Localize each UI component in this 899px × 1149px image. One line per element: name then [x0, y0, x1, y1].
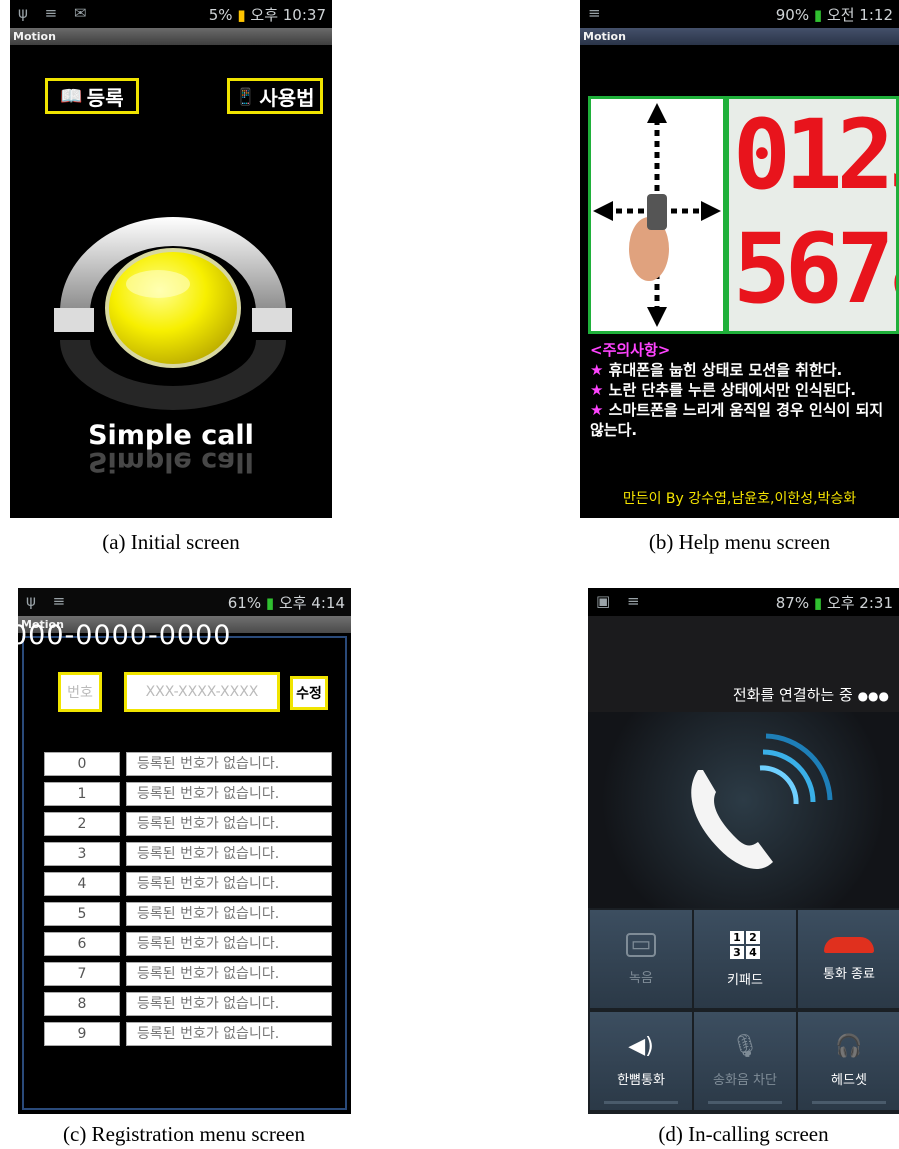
speaker-button[interactable]: ◀) 한뼘통화 — [590, 1012, 692, 1110]
status-time: 오후 2:31 — [826, 594, 893, 612]
register-label: 등록 — [86, 85, 124, 110]
registration-form: 번호 XXX-XXXX-XXXX 수정 0 등록된 번호가 없습니다. 1 등록된 … — [22, 636, 347, 1110]
battery-icon: ▮ — [265, 594, 275, 612]
app-brand-reflection: Simple call — [88, 446, 254, 477]
call-visual-area — [588, 712, 899, 908]
status-right: 87% ▮ 오후 2:31 — [776, 592, 893, 613]
app-title: Motion — [580, 28, 899, 45]
call-button-graphic[interactable] — [48, 212, 298, 422]
toggle-indicator — [604, 1101, 678, 1104]
record-button[interactable]: ▭ 녹음 — [590, 910, 692, 1008]
status-bar: ≡ 90% ▮ 오전 1:12 — [580, 0, 899, 28]
status-right: 90% ▮ 오전 1:12 — [776, 4, 893, 25]
toggle-indicator — [812, 1101, 886, 1104]
arc-left-foot — [54, 308, 94, 332]
battery-icon: ▮ — [813, 594, 823, 612]
progress-dots-icon: ●●● — [857, 689, 889, 703]
keypad-button[interactable]: 1 2 3 4 키패드 — [694, 910, 796, 1008]
status-time: 오후 10:37 — [250, 6, 326, 24]
segment-digits-top: 01234 — [733, 99, 896, 211]
toggle-indicator — [708, 1101, 782, 1104]
direction-arrows — [593, 103, 721, 327]
initial-screen: ψ ≡ ✉ 5% ▮ 오후 10:37 Motion 📖 등록 📱 사용법 Si… — [10, 0, 332, 518]
call-controls: ▭ 녹음 1 2 3 4 키패드 통화 종료 ◀) 한뼘통화 🎙 송화음 차단 … — [588, 908, 899, 1114]
battery-level: 87% — [775, 594, 810, 612]
star-icon: ★ — [590, 361, 609, 379]
arc-right-foot — [252, 308, 292, 332]
slot-number-field[interactable]: 번호 — [58, 672, 102, 712]
status-bar: ψ ≡ 61% ▮ 오후 4:14 — [18, 588, 351, 616]
help-button[interactable]: 📱 사용법 — [227, 78, 323, 114]
register-button[interactable]: 📖 등록 — [45, 78, 139, 114]
battery-level: 90% — [775, 6, 810, 24]
caption-d: (d) In-calling screen — [658, 1122, 829, 1146]
keypad-icon: 1 2 3 4 — [730, 930, 760, 959]
call-status: 전화를 연결하는 중 ●●● — [732, 686, 889, 704]
phone-handset-icon — [691, 733, 833, 869]
caution-notes: <주의사항> ★ 휴대폰을 눕힌 상태로 모션을 취한다. ★ 노란 단추를 누… — [590, 340, 890, 440]
bluetooth-headset-icon: 🎧 — [835, 1034, 863, 1059]
digit-gesture-guide: 01234 56789 — [726, 96, 899, 334]
battery-icon: ▮ — [813, 6, 823, 24]
yellow-button — [105, 248, 241, 368]
book-icon: 📖 — [60, 85, 83, 107]
notification-icons: ψ ≡ ✉ — [18, 4, 93, 22]
caution-item: ★ 휴대폰을 눕힌 상태로 모션을 취한다. — [590, 361, 843, 379]
star-icon: ★ — [590, 381, 609, 399]
help-label: 사용법 — [259, 85, 315, 110]
record-icon: ▭ — [625, 932, 657, 957]
notification-icons: ▣ ≡ — [596, 592, 646, 610]
caution-item: ★ 스마트폰을 느리게 움직일 경우 인식이 되지 않는다. — [590, 401, 884, 439]
app-title: Motion — [10, 28, 332, 45]
segment-digits-bottom: 56789 — [733, 213, 896, 325]
caller-number: 000-0000-0000 — [10, 620, 232, 651]
status-bar: ψ ≡ ✉ 5% ▮ 오후 10:37 — [10, 0, 332, 28]
credits: 만든이 By 강수엽,남윤호,이한성,박승화 — [622, 491, 857, 507]
status-right: 5% ▮ 오후 10:37 — [209, 4, 326, 25]
notification-icons: ψ ≡ — [26, 592, 72, 610]
status-time: 오전 1:12 — [826, 6, 893, 24]
battery-icon: ▮ — [237, 6, 246, 24]
status-time: 오후 4:14 — [278, 594, 345, 612]
headset-button[interactable]: 🎧 헤드셋 — [798, 1012, 899, 1110]
speaker-icon: ◀) — [628, 1034, 654, 1059]
star-icon: ★ — [590, 401, 609, 419]
caution-title: <주의사항> — [590, 341, 671, 359]
end-call-button[interactable]: 통화 종료 — [798, 910, 899, 1008]
mute-button[interactable]: 🎙 송화음 차단 — [694, 1012, 796, 1110]
help-screen: ≡ 90% ▮ 오전 1:12 Motion 01234 56789 <주의사항… — [580, 0, 899, 518]
caution-item: ★ 노란 단추를 누른 상태에서만 인식된다. — [590, 381, 857, 399]
edit-button[interactable]: 수정 — [290, 676, 328, 710]
caption-a: (a) Initial screen — [102, 530, 240, 554]
battery-level: 5% — [208, 6, 233, 24]
status-right: 61% ▮ 오후 4:14 — [228, 592, 345, 613]
phone-icon: 📱 — [235, 86, 256, 106]
phone-number-input[interactable]: XXX-XXXX-XXXX — [124, 672, 280, 712]
notification-icons: ≡ — [588, 4, 607, 22]
caption-b: (b) Help menu screen — [648, 530, 831, 554]
mute-mic-icon: 🎙 — [731, 1034, 759, 1059]
yellow-button-highlight — [126, 270, 190, 298]
battery-level: 61% — [227, 594, 262, 612]
caption-c: (c) Registration menu screen — [63, 1122, 305, 1146]
gesture-illustration — [588, 96, 726, 334]
end-call-icon — [824, 936, 874, 953]
status-bar: ▣ ≡ 87% ▮ 오후 2:31 — [588, 588, 899, 616]
